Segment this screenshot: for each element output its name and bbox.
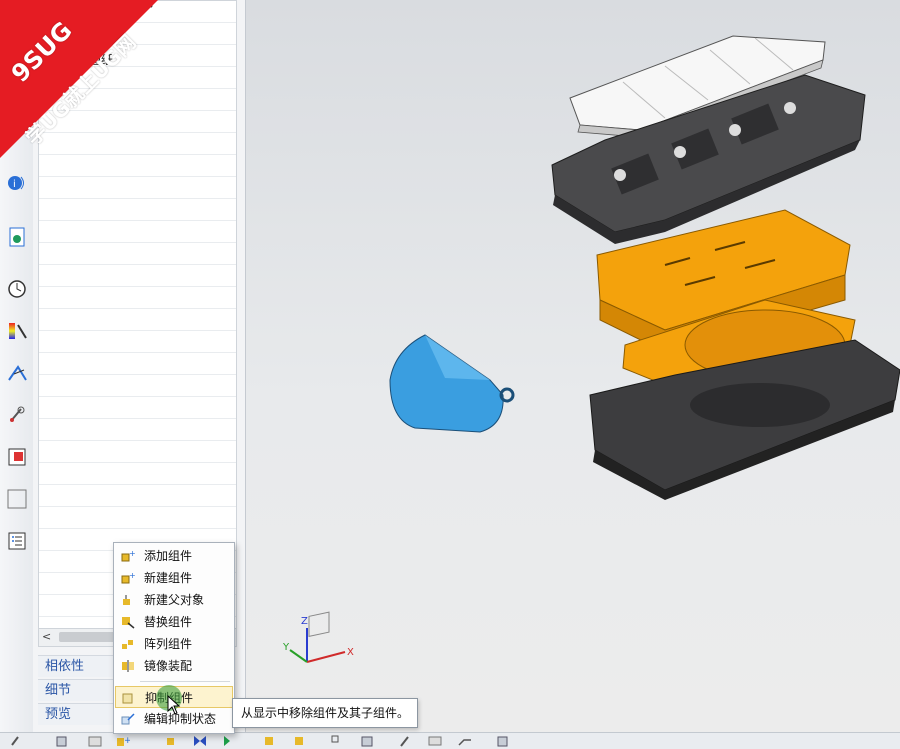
triad-x-label: X bbox=[347, 647, 354, 658]
menu-item-mirror-assembly[interactable]: 镜像装配 bbox=[115, 655, 233, 677]
image-book-icon[interactable] bbox=[6, 446, 28, 468]
blank-panel-icon[interactable] bbox=[6, 488, 28, 510]
bottom-toolbar: + bbox=[0, 732, 900, 749]
clock-icon[interactable] bbox=[6, 278, 28, 300]
suppress-tooltip: 从显示中移除组件及其子组件。 bbox=[232, 698, 419, 728]
menu-label: 新建组件 bbox=[144, 571, 193, 585]
menu-label: 新建父对象 bbox=[144, 593, 205, 607]
triad-y-label: Y bbox=[282, 642, 290, 653]
tools-icon[interactable] bbox=[6, 404, 28, 426]
list-book-icon[interactable] bbox=[6, 530, 28, 552]
wrench-icon[interactable] bbox=[398, 735, 412, 747]
new-component-icon: + bbox=[121, 571, 135, 584]
box-icon[interactable] bbox=[360, 735, 374, 747]
menu-label: 阵列组件 bbox=[144, 637, 193, 651]
triad-z-label: Z bbox=[301, 616, 308, 627]
svg-text:i: i bbox=[13, 179, 16, 190]
position-icon[interactable] bbox=[326, 735, 340, 747]
menu-label: 添加组件 bbox=[144, 549, 193, 563]
graphics-viewport[interactable]: Z X Y bbox=[245, 0, 900, 732]
color-palette-icon[interactable] bbox=[6, 320, 28, 342]
replace-component-icon bbox=[122, 617, 135, 629]
constraint-icon[interactable] bbox=[193, 735, 207, 747]
menu-item-replace-component[interactable]: 替换组件 bbox=[115, 611, 233, 633]
scroll-left-icon[interactable]: < bbox=[42, 629, 51, 645]
mouse-cursor-icon bbox=[167, 695, 181, 715]
svg-text:+: + bbox=[129, 571, 135, 580]
menu-label: 替换组件 bbox=[144, 615, 193, 629]
play-icon[interactable] bbox=[222, 735, 236, 747]
svg-text:+: + bbox=[129, 549, 135, 558]
suppress-component-icon bbox=[122, 693, 133, 704]
assembly-tool-icon[interactable] bbox=[10, 735, 24, 747]
layout-icon[interactable] bbox=[428, 735, 442, 747]
move-component-icon[interactable] bbox=[165, 735, 179, 747]
menu-separator bbox=[140, 681, 230, 682]
explode-view-icon[interactable] bbox=[262, 735, 276, 747]
pattern-component-icon bbox=[122, 640, 133, 649]
coordinate-triad: Z X Y bbox=[282, 611, 354, 663]
info-icon[interactable]: i bbox=[6, 172, 28, 194]
screen-icon[interactable] bbox=[88, 735, 102, 747]
edit-suppression-icon bbox=[121, 713, 135, 725]
menu-label: 镜像装配 bbox=[144, 659, 193, 673]
menu-item-new-parent[interactable]: 新建父对象 bbox=[115, 589, 233, 611]
new-parent-icon bbox=[123, 595, 130, 605]
svg-text:+: + bbox=[124, 736, 130, 746]
component-icon[interactable] bbox=[292, 735, 306, 747]
add-component-icon: + bbox=[121, 549, 135, 562]
view-cube-icon[interactable] bbox=[496, 735, 510, 747]
measure-icon[interactable] bbox=[6, 362, 28, 384]
cube-view-icon[interactable] bbox=[55, 735, 69, 747]
model-scene: Z X Y bbox=[282, 35, 900, 663]
document-icon[interactable] bbox=[6, 226, 28, 248]
blue-cap-part[interactable] bbox=[389, 334, 515, 433]
add-component-tool-icon[interactable]: + bbox=[116, 735, 130, 747]
mirror-assembly-icon bbox=[122, 660, 134, 672]
menu-item-pattern-component[interactable]: 阵列组件 bbox=[115, 633, 233, 655]
sequence-icon[interactable] bbox=[458, 735, 472, 747]
menu-item-new-component[interactable]: + 新建组件 bbox=[115, 567, 233, 589]
menu-item-add-component[interactable]: + 添加组件 bbox=[115, 545, 233, 567]
